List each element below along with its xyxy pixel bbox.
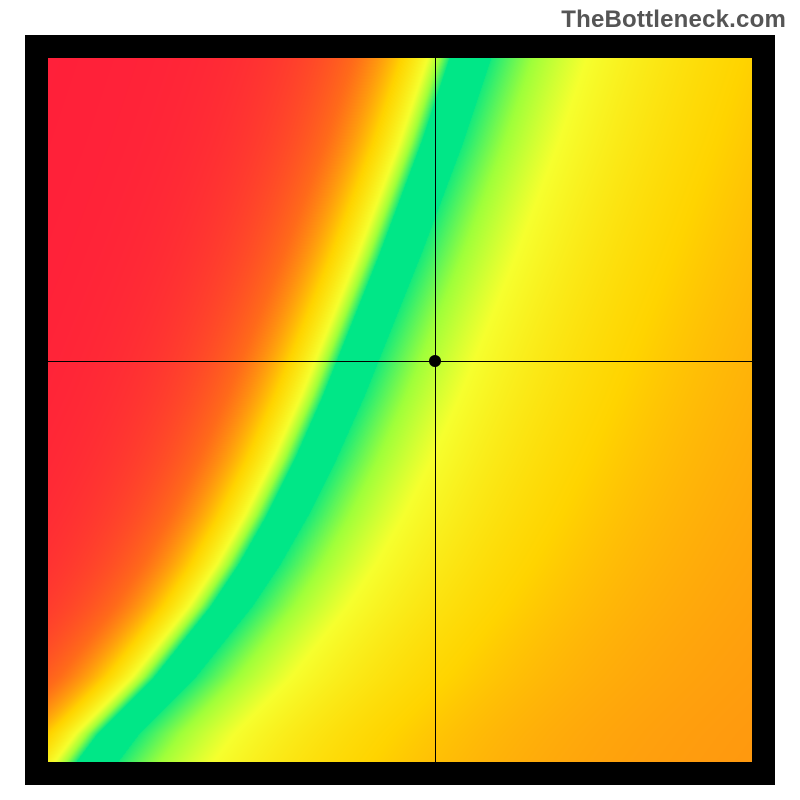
chart-plot-area — [48, 58, 752, 762]
crosshair-horizontal — [48, 361, 752, 362]
watermark-text: TheBottleneck.com — [561, 6, 786, 34]
crosshair-vertical — [435, 58, 436, 762]
selection-marker — [429, 355, 441, 367]
heatmap-canvas — [48, 58, 752, 762]
chart-outer-frame — [25, 35, 775, 785]
